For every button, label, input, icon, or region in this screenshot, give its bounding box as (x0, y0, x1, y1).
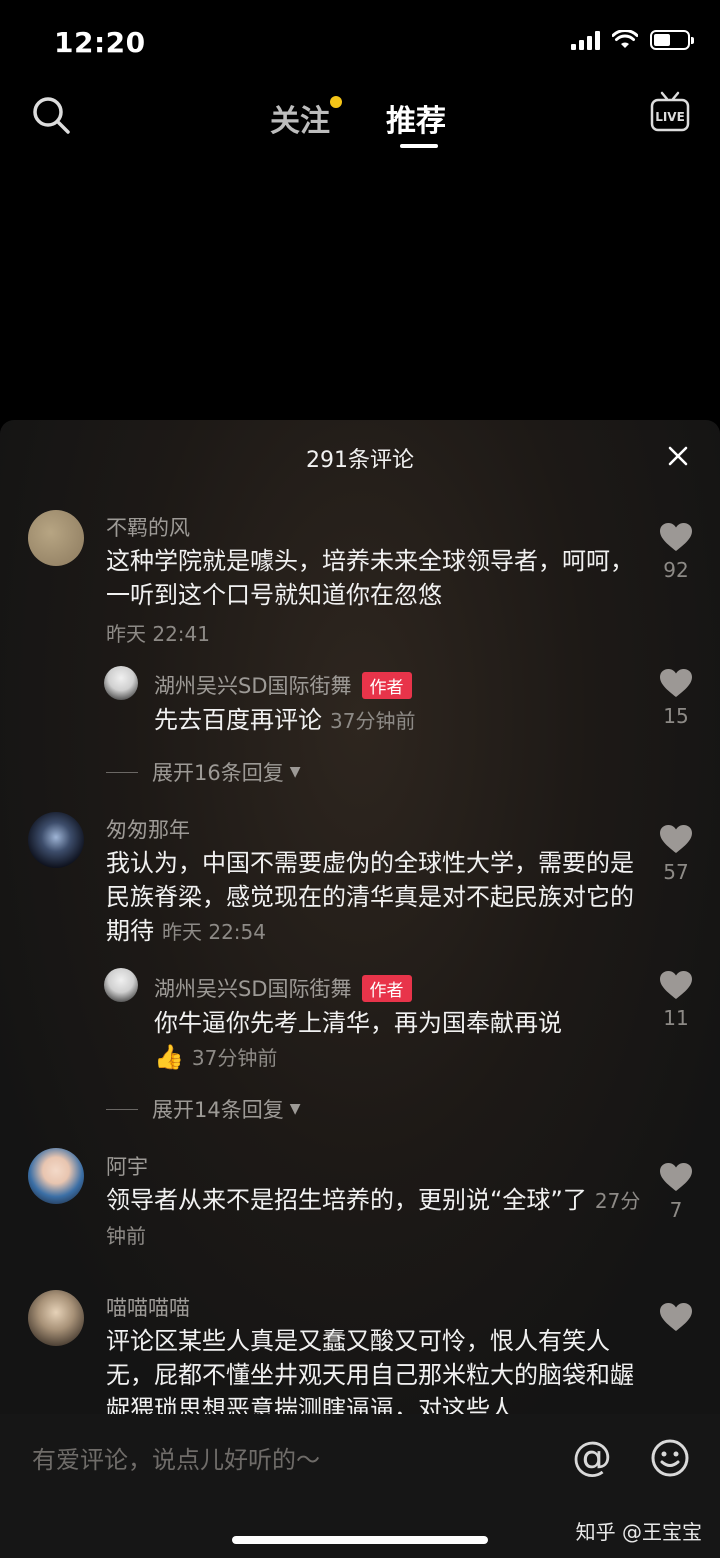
live-icon[interactable]: LIVE (650, 90, 690, 134)
divider-line (106, 771, 138, 773)
heart-icon (660, 971, 692, 999)
comment-count-title: 291条评论 (306, 448, 414, 473)
reply-text-content: 你牛逼你先考上清华，再为国奉献再说 (154, 1009, 562, 1037)
comment-text[interactable]: 评论区某些人真是又蠢又酸又可怜，恨人有笑人无，屁都不懂坐井观天用自己那米粒大的脑… (106, 1324, 646, 1414)
status-icons (571, 30, 694, 50)
avatar[interactable] (28, 510, 84, 566)
like-count: 15 (663, 704, 689, 728)
heart-icon (660, 825, 692, 853)
comment-username[interactable]: 匆匆那年 (106, 814, 190, 844)
like-button[interactable]: 15 (658, 668, 694, 728)
like-button[interactable] (658, 1302, 694, 1332)
reply-username-row[interactable]: 湖州吴兴SD国际街舞 作者 (154, 973, 412, 1003)
chevron-down-icon: ▼ (289, 764, 301, 780)
comment-username[interactable]: 不羁的风 (106, 512, 190, 542)
at-mention-icon[interactable]: @ (572, 1434, 612, 1480)
comment-username[interactable]: 阿宇 (106, 1151, 148, 1181)
wifi-icon (612, 30, 638, 48)
comment-time: 昨天 22:54 (162, 920, 266, 944)
watermark: 知乎 @王宝宝 (575, 1520, 702, 1544)
divider-line (106, 1108, 138, 1110)
reply-username[interactable]: 湖州吴兴SD国际街舞 (154, 670, 352, 700)
tab-recommend[interactable]: 推荐 (386, 96, 446, 140)
comment-text-content: 领导者从来不是招生培养的，更别说“全球”了 (106, 1186, 587, 1214)
avatar[interactable] (104, 968, 138, 1002)
expand-replies-button[interactable]: 展开14条回复 ▼ (106, 1094, 301, 1124)
home-indicator[interactable] (232, 1536, 488, 1544)
like-button[interactable]: 11 (658, 970, 694, 1030)
expand-replies-label: 展开14条回复 (152, 1098, 284, 1122)
like-count: 7 (669, 1198, 683, 1222)
reply-text[interactable]: 你牛逼你先考上清华，再为国奉献再说 👍 37分钟前 (154, 1006, 624, 1075)
avatar[interactable] (104, 666, 138, 700)
notification-dot (330, 96, 342, 108)
svg-text:LIVE: LIVE (655, 110, 685, 124)
like-count: 92 (663, 558, 689, 582)
comment-text[interactable]: 我认为，中国不需要虚伪的全球性大学，需要的是民族脊梁，感觉现在的清华真是对不起民… (106, 846, 646, 949)
battery-icon (650, 30, 694, 50)
top-nav: 关注 推荐 LIVE (0, 80, 720, 160)
thumbs-up-emoji: 👍 (154, 1043, 184, 1071)
emoji-icon[interactable] (650, 1438, 690, 1478)
tab-follow-label: 关注 (270, 104, 330, 139)
reply-text[interactable]: 先去百度再评论 37分钟前 (154, 703, 624, 738)
comment-input-bar: 有爱评论，说点儿好听的～ @ 知乎 @王宝宝 (0, 1414, 720, 1558)
like-count: 11 (663, 1006, 689, 1030)
chevron-down-icon: ▼ (289, 1101, 301, 1117)
comment-input[interactable]: 有爱评论，说点儿好听的～ (32, 1440, 320, 1475)
status-time: 12:20 (54, 26, 146, 59)
comment-sheet: 291条评论 不羁的风 这种学院就是噱头，培养未来全球领导者，呵呵，一听到这个口… (0, 420, 720, 1414)
heart-icon (660, 1163, 692, 1191)
tab-follow[interactable]: 关注 (270, 96, 342, 140)
heart-icon (660, 669, 692, 697)
reply-time: 37分钟前 (330, 709, 416, 733)
heart-icon (660, 1303, 692, 1331)
comment-time: 昨天 22:41 (106, 622, 210, 646)
like-button[interactable]: 57 (658, 824, 694, 884)
comment-text[interactable]: 领导者从来不是招生培养的，更别说“全球”了 27分钟前 (106, 1183, 646, 1253)
avatar[interactable] (28, 812, 84, 868)
active-tab-indicator (400, 144, 438, 148)
avatar[interactable] (28, 1148, 84, 1204)
comment-username[interactable]: 喵喵喵喵 (106, 1292, 190, 1322)
reply-username-row[interactable]: 湖州吴兴SD国际街舞 作者 (154, 670, 412, 700)
author-badge: 作者 (361, 671, 412, 699)
heart-icon (660, 523, 692, 551)
reply-text-content: 先去百度再评论 (154, 706, 322, 734)
expand-replies-button[interactable]: 展开16条回复 ▼ (106, 757, 301, 787)
signal-icon (571, 30, 600, 50)
avatar[interactable] (28, 1290, 84, 1346)
status-bar: 12:20 (0, 0, 720, 80)
search-icon[interactable] (30, 94, 72, 136)
expand-replies-label: 展开16条回复 (152, 761, 284, 785)
reply-time: 37分钟前 (191, 1046, 278, 1070)
like-button[interactable]: 7 (658, 1162, 694, 1222)
close-icon[interactable] (666, 444, 690, 468)
author-badge: 作者 (361, 974, 412, 1002)
reply-username[interactable]: 湖州吴兴SD国际街舞 (154, 973, 352, 1003)
comment-text[interactable]: 这种学院就是噱头，培养未来全球领导者，呵呵，一听到这个口号就知道你在忽悠 (106, 544, 646, 612)
like-count: 57 (663, 860, 689, 884)
like-button[interactable]: 92 (658, 522, 694, 582)
